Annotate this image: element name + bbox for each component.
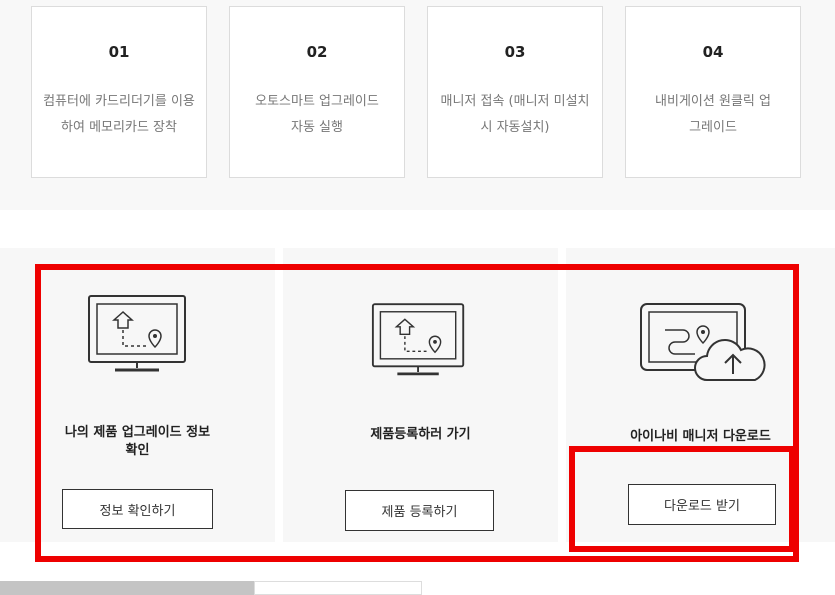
monitor-route-icon (371, 303, 465, 376)
bottom-tab-strip (0, 581, 422, 595)
step-number: 02 (306, 43, 328, 61)
action-panel-upgrade-info: 나의 제품 업그레이드 정보 확인 정보 확인하기 (0, 248, 275, 542)
step-description: 매니저 접속 (매니저 미설치 시 자동설치) (440, 94, 590, 135)
action-label: 나의 제품 업그레이드 정보 확인 (64, 425, 211, 458)
check-info-button[interactable]: 정보 확인하기 (62, 489, 213, 529)
tab-segment[interactable] (254, 581, 422, 595)
tab-active-segment[interactable] (0, 581, 254, 595)
monitor-route-icon (88, 295, 186, 372)
step-number: 01 (108, 43, 130, 61)
step-card-3: 03 매니저 접속 (매니저 미설치 시 자동설치) (427, 6, 603, 178)
step-card-2: 02 오토스마트 업그레이드 자동 실행 (229, 6, 405, 178)
device-cloud-upload-icon (640, 303, 766, 381)
download-manager-button[interactable]: 다운로드 받기 (628, 484, 776, 525)
actions-section: 나의 제품 업그레이드 정보 확인 정보 확인하기 제품등록하러 가기 제품 등… (0, 248, 835, 542)
action-panel-product-register: 제품등록하러 가기 제품 등록하기 (283, 248, 558, 542)
step-card-1: 01 컴퓨터에 카드리더기를 이용하여 메모리카드 장착 (31, 6, 207, 178)
step-description: 컴퓨터에 카드리더기를 이용하여 메모리카드 장착 (43, 94, 195, 135)
step-description: 오토스마트 업그레이드 자동 실행 (255, 94, 379, 135)
action-panel-manager-download: 아이나비 매니저 다운로드 다운로드 받기 (566, 248, 835, 542)
step-description: 내비게이션 원클릭 업그레이드 (655, 94, 771, 135)
register-product-button[interactable]: 제품 등록하기 (345, 490, 494, 531)
steps-section: 01 컴퓨터에 카드리더기를 이용하여 메모리카드 장착 02 오토스마트 업그… (0, 0, 835, 210)
action-label: 아이나비 매니저 다운로드 (630, 429, 771, 444)
step-number: 03 (504, 43, 526, 61)
step-number: 04 (702, 43, 724, 61)
step-card-4: 04 내비게이션 원클릭 업그레이드 (625, 6, 801, 178)
action-label: 제품등록하러 가기 (370, 427, 471, 442)
